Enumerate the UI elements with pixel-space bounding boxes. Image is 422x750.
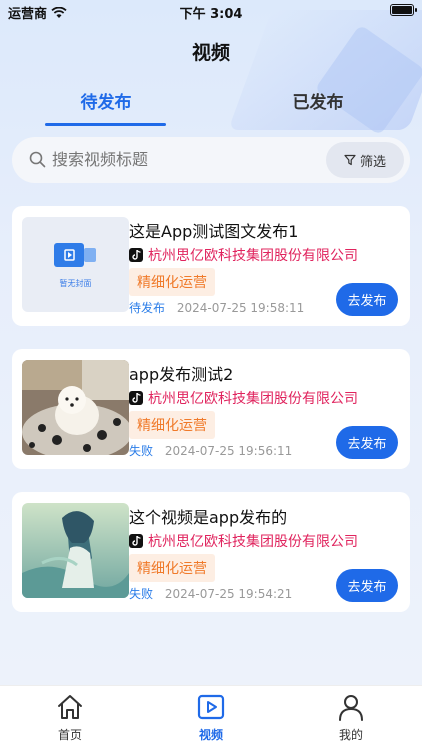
bottom-tab-bar: 首页 视频 我的: [0, 685, 422, 750]
status-text: 失败: [129, 444, 154, 458]
user-icon: [339, 695, 363, 721]
tab-pending[interactable]: 待发布: [26, 88, 186, 113]
video-title: app发布测试2: [129, 365, 234, 384]
tiktok-icon: [129, 534, 143, 548]
video-thumbnail: [22, 503, 129, 598]
video-icon: [197, 694, 225, 720]
no-cover-label: 暂无封面: [59, 279, 92, 288]
category-tag: 精细化运营: [129, 554, 215, 582]
search-bar: 筛选: [12, 137, 410, 183]
cover-placeholder: 暂无封面: [22, 217, 129, 312]
page-title: 视频: [191, 42, 230, 64]
video-card[interactable]: app发布测试2 杭州思亿欧科技集团股份有限公司 精细化运营 失败 2024-0…: [12, 349, 410, 469]
publish-button[interactable]: 去发布: [336, 283, 398, 316]
video-placeholder-icon: [53, 243, 96, 267]
status-line: 待发布 2024-07-25 19:58:11: [129, 299, 304, 316]
home-icon: [58, 695, 82, 719]
video-card[interactable]: 暂无封面 这是App测试图文发布1 杭州思亿欧科技集团股份有限公司 精细化运营 …: [12, 206, 410, 326]
tiktok-icon: [129, 248, 143, 262]
tab-bar-top: 待发布 已发布: [0, 88, 422, 128]
video-title: 这是App测试图文发布1: [129, 222, 299, 241]
video-thumbnail: [22, 360, 129, 455]
tabbar-label: 视频: [198, 728, 223, 742]
battery-icon: [390, 4, 417, 16]
status-text: 失败: [129, 587, 154, 601]
tabbar-label: 我的: [338, 728, 363, 742]
category-tag: 精细化运营: [129, 268, 215, 296]
category-tag: 精细化运营: [129, 411, 215, 439]
search-input[interactable]: [52, 137, 312, 183]
active-tab-indicator: [45, 123, 166, 126]
publish-button[interactable]: 去发布: [336, 569, 398, 602]
company-name: 杭州思亿欧科技集团股份有限公司: [148, 534, 358, 550]
video-card[interactable]: 这个视频是app发布的 杭州思亿欧科技集团股份有限公司 精细化运营 失败 202…: [12, 492, 410, 612]
timestamp: 2024-07-25 19:58:11: [176, 301, 305, 315]
timestamp: 2024-07-25 19:56:11: [164, 444, 293, 458]
status-line: 失败 2024-07-25 19:54:21: [129, 585, 292, 602]
company-name: 杭州思亿欧科技集团股份有限公司: [148, 248, 358, 264]
company-row: 杭州思亿欧科技集团股份有限公司: [129, 245, 358, 265]
tabbar-item-video[interactable]: 视频: [171, 692, 251, 743]
publish-button[interactable]: 去发布: [336, 426, 398, 459]
tabbar-label: 首页: [57, 728, 82, 742]
status-text: 待发布: [129, 301, 166, 315]
video-title: 这个视频是app发布的: [129, 508, 288, 527]
filter-label: 筛选: [359, 154, 386, 170]
search-icon: [29, 151, 46, 168]
tab-published[interactable]: 已发布: [238, 88, 398, 113]
status-line: 失败 2024-07-25 19:56:11: [129, 442, 292, 459]
status-bar: 运营商 下午 3:04: [0, 0, 422, 22]
company-name: 杭州思亿欧科技集团股份有限公司: [148, 391, 358, 407]
tiktok-icon: [129, 391, 143, 405]
tabbar-item-mine[interactable]: 我的: [311, 692, 391, 743]
filter-icon: [344, 154, 356, 166]
company-row: 杭州思亿欧科技集团股份有限公司: [129, 388, 358, 408]
filter-button[interactable]: 筛选: [326, 142, 404, 178]
timestamp: 2024-07-25 19:54:21: [164, 587, 293, 601]
clock: 下午 3:04: [179, 7, 243, 22]
company-row: 杭州思亿欧科技集团股份有限公司: [129, 531, 358, 551]
tabbar-item-home[interactable]: 首页: [30, 692, 110, 743]
